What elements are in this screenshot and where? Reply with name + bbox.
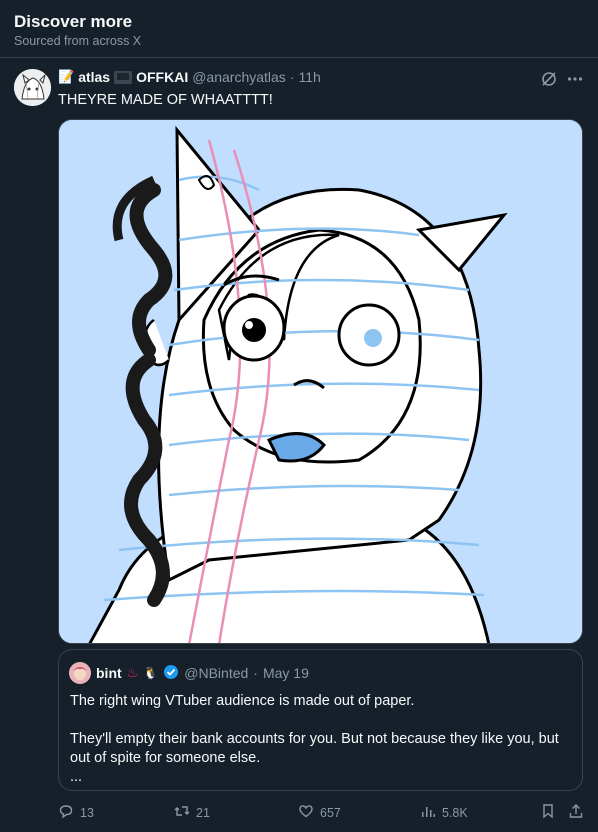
share-button[interactable] [568,803,584,822]
memo-emoji-icon: 📝 [58,69,75,84]
tweet-text: THEYRE MADE OF WHAATTTT! [58,92,273,108]
section-title: Discover more [14,12,133,31]
bookmark-icon [540,803,556,822]
tweet-action-bar: 13 21 657 5.8K [58,803,588,823]
quoted-author-avatar[interactable] [69,662,91,684]
verified-badge-icon [163,664,179,683]
penguin-emoji-icon: 🐧 [143,666,159,680]
quoted-text: The right wing VTuber audience is made o… [70,692,570,787]
tweet-media-image[interactable] [58,119,583,644]
quoted-paragraph-2: They'll empty their bank accounts for yo… [70,731,559,766]
tweet-time[interactable]: 11h [298,69,320,85]
separator-dot: · [289,69,295,85]
repost-count: 21 [196,805,210,820]
header-divider [0,57,598,58]
quoted-paragraph-3: ... [70,769,83,785]
author-handle[interactable]: @anarchyatlas [192,69,286,85]
repost-button[interactable]: 21 [174,803,210,822]
quoted-paragraph-1: The right wing VTuber audience is made o… [70,693,415,709]
reply-icon [58,803,74,822]
quoted-author-name[interactable]: bint [96,665,122,681]
grok-icon[interactable] [540,70,558,88]
author-name[interactable]: atlas [78,69,110,85]
discover-more-header: Discover more Sourced from across X [14,12,141,48]
like-count: 657 [320,805,341,820]
quoted-date[interactable]: May 19 [263,665,309,681]
repost-icon [174,803,190,822]
like-button[interactable]: 657 [298,803,341,822]
more-options-icon[interactable] [566,70,584,88]
quoted-spacer [70,711,570,730]
reply-button[interactable]: 13 [58,803,94,822]
share-icon [568,803,584,822]
author-tag[interactable]: OFFKAI [136,69,188,85]
bookmark-button[interactable] [540,803,556,822]
author-line: 📝 atlas OFFKAI @anarchyatlas · 11h [58,69,321,85]
section-subtitle: Sourced from across X [14,34,142,48]
views-button[interactable]: 5.8K [420,803,468,822]
quoted-author-line: bint ♨ 🐧 @NBinted · May 19 [69,662,309,684]
desktop-emoji-icon [114,70,133,84]
author-avatar[interactable] [14,69,51,106]
reply-count: 13 [80,805,94,820]
views-count: 5.8K [442,805,468,820]
heart-icon [298,803,314,822]
quoted-tweet[interactable]: bint ♨ 🐧 @NBinted · May 19 The right win… [58,649,583,791]
quoted-separator: · [253,665,258,681]
hot-springs-emoji-icon: ♨ [126,665,139,680]
quoted-handle[interactable]: @NBinted [184,665,248,681]
views-icon [420,803,436,822]
